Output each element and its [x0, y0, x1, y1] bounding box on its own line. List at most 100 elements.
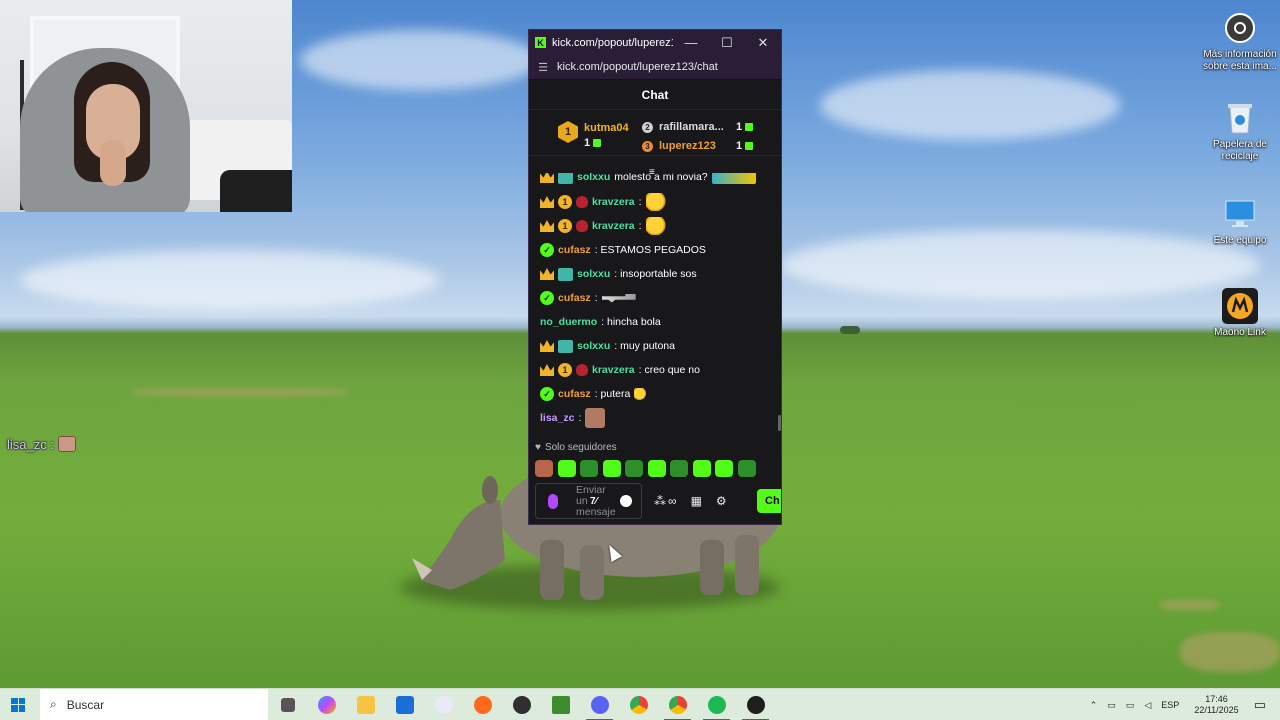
chat-username[interactable]: kravzera — [592, 220, 635, 232]
word-icon[interactable] — [424, 689, 463, 720]
leader-1-name[interactable]: kutma04 — [584, 122, 629, 134]
quick-emote[interactable] — [625, 460, 643, 477]
chat-message: 1 kravzera: — [540, 192, 666, 212]
chat-username[interactable]: solxxu — [577, 268, 610, 280]
chat-message-input[interactable]: Enviar un mensaje 7⁄ — [535, 483, 642, 519]
chat-username[interactable]: lisa_zc — [540, 412, 574, 424]
sub-badge-icon: 1 — [558, 195, 572, 209]
close-button[interactable]: ✕ — [745, 30, 781, 55]
camera-info-icon — [1222, 10, 1258, 46]
followers-only-notice: ♥ Solo seguidores — [535, 442, 617, 453]
app-icon[interactable] — [736, 689, 775, 720]
chat-message: solxxu: muy putona — [540, 336, 675, 356]
clock[interactable]: 17:46 22/11/2025 — [1194, 694, 1238, 716]
chat-message: 1 kravzera: — [540, 216, 666, 236]
mic-icon[interactable] — [548, 494, 558, 509]
chat-text: : creo que no — [638, 364, 700, 376]
quick-emote[interactable] — [737, 460, 756, 477]
task-view-icon[interactable] — [268, 689, 307, 720]
chrome-icon[interactable] — [619, 689, 658, 720]
maono-icon — [1222, 288, 1258, 324]
chat-username[interactable]: cufasz — [558, 244, 591, 256]
brave-icon[interactable] — [463, 689, 502, 720]
chat-send-button[interactable]: Ch — [757, 489, 781, 513]
desktop-icon-image-info[interactable]: Más información sobre esta ima... — [1202, 10, 1278, 73]
spotify-icon[interactable] — [697, 689, 736, 720]
chrome-profile-icon[interactable] — [658, 689, 697, 720]
infinity-icon[interactable]: ∞ — [668, 494, 677, 508]
window-titlebar[interactable]: K kick.com/popout/luperez12... — ☐ ✕ — [529, 30, 781, 55]
search-placeholder: Buscar — [66, 697, 105, 712]
cloud — [300, 30, 540, 90]
chevron-up-icon[interactable]: ⌃ — [1090, 700, 1098, 711]
address-bar[interactable]: ☰ kick.com/popout/luperez123/chat — [529, 55, 781, 80]
chat-username[interactable]: solxxu — [577, 173, 610, 183]
computer-icon — [1222, 196, 1258, 232]
chat-message: ✓ cufasz: ESTAMOS PEGADOS — [540, 240, 706, 260]
maximize-button[interactable]: ☐ — [709, 30, 745, 55]
leader-3-name[interactable]: luperez123 — [659, 140, 716, 152]
minimize-button[interactable]: — — [673, 30, 709, 55]
quick-emote[interactable] — [715, 460, 733, 477]
settings-gear-icon[interactable]: ⚙ — [716, 494, 727, 508]
quick-emote[interactable] — [692, 460, 711, 477]
emote-banner-icon — [711, 173, 756, 184]
obs-icon[interactable] — [502, 689, 541, 720]
site-settings-icon[interactable]: ☰ — [529, 61, 557, 74]
taskbar-search[interactable]: ⌕ Buscar — [40, 688, 268, 720]
store-icon[interactable] — [385, 689, 424, 720]
chat-username[interactable]: no_duermo — [540, 316, 597, 328]
desktop-icon-recycle-bin[interactable]: Papelera de reciclaje — [1202, 100, 1278, 163]
kick-chat-popup-window[interactable]: K kick.com/popout/luperez12... — ☐ ✕ ☰ k… — [528, 29, 782, 525]
quick-emote[interactable] — [602, 460, 621, 477]
chat-username[interactable]: kravzera — [592, 196, 635, 208]
kick-coins-icon[interactable]: ⁂ — [654, 494, 666, 508]
notifications-icon[interactable]: ▭ — [1254, 697, 1266, 713]
quick-emote[interactable] — [670, 460, 688, 477]
desktop-icon-this-pc[interactable]: Este equipo — [1202, 196, 1278, 247]
quick-emote[interactable] — [535, 460, 553, 477]
start-button[interactable] — [0, 689, 36, 720]
crown-badge-icon — [540, 364, 554, 376]
streamer-hands — [100, 140, 126, 186]
chat-input-row: Enviar un mensaje 7⁄ ⁂ ∞ ▦ ⚙ Ch — [535, 483, 781, 519]
desktop-icon-label: Maono Link — [1214, 327, 1266, 338]
leader-2-count-value: 1 — [736, 121, 743, 133]
chat-text: : ESTAMOS PEGADOS — [594, 244, 706, 256]
crown-badge-icon — [540, 220, 554, 232]
leader-2-name[interactable]: rafillamara... — [659, 121, 724, 133]
quick-emote[interactable] — [580, 460, 598, 477]
chat-username[interactable]: cufasz — [558, 292, 591, 304]
chat-username[interactable]: cufasz — [558, 388, 591, 400]
tree — [840, 326, 860, 334]
system-tray: ⌃ ▭ ▭ ◁ ESP 17:46 22/11/2025 ▭ — [1085, 689, 1280, 720]
discord-icon[interactable] — [580, 689, 619, 720]
chat-message: no_duermo: hincha bola — [540, 312, 661, 332]
volume-icon[interactable]: ◁ — [1144, 700, 1151, 711]
store-icon[interactable]: ▦ — [691, 494, 702, 508]
chat-username[interactable]: kravzera — [592, 364, 635, 376]
quick-emote-bar — [535, 460, 756, 478]
emoji-picker-icon[interactable] — [620, 495, 632, 507]
red-badge-icon — [576, 364, 588, 376]
chat-username[interactable]: solxxu — [577, 340, 610, 352]
sub-badge-icon: 1 — [558, 219, 572, 233]
file-explorer-icon[interactable] — [346, 689, 385, 720]
language-indicator[interactable]: ESP — [1161, 700, 1179, 710]
tray-app-icon[interactable]: ▭ — [1107, 700, 1116, 711]
followers-mode-label: Solo seguidores — [544, 442, 617, 453]
quick-emote[interactable] — [557, 460, 576, 477]
crown-badge-icon — [540, 340, 554, 352]
cloud — [820, 70, 1120, 140]
dirt-patch — [1160, 600, 1220, 610]
red-badge-icon — [576, 220, 588, 232]
minecraft-icon[interactable] — [541, 689, 580, 720]
sticker-icon[interactable]: 7⁄ — [590, 496, 597, 507]
chat-scrollbar[interactable] — [778, 415, 781, 431]
emoji-icon — [634, 388, 647, 400]
desktop-icon-maono-link[interactable]: Maono Link — [1202, 288, 1278, 339]
quick-emote[interactable] — [647, 460, 666, 477]
network-icon[interactable]: ▭ — [1126, 700, 1135, 711]
sub-badge-icon: 1 — [558, 363, 572, 377]
copilot-icon[interactable] — [307, 689, 346, 720]
